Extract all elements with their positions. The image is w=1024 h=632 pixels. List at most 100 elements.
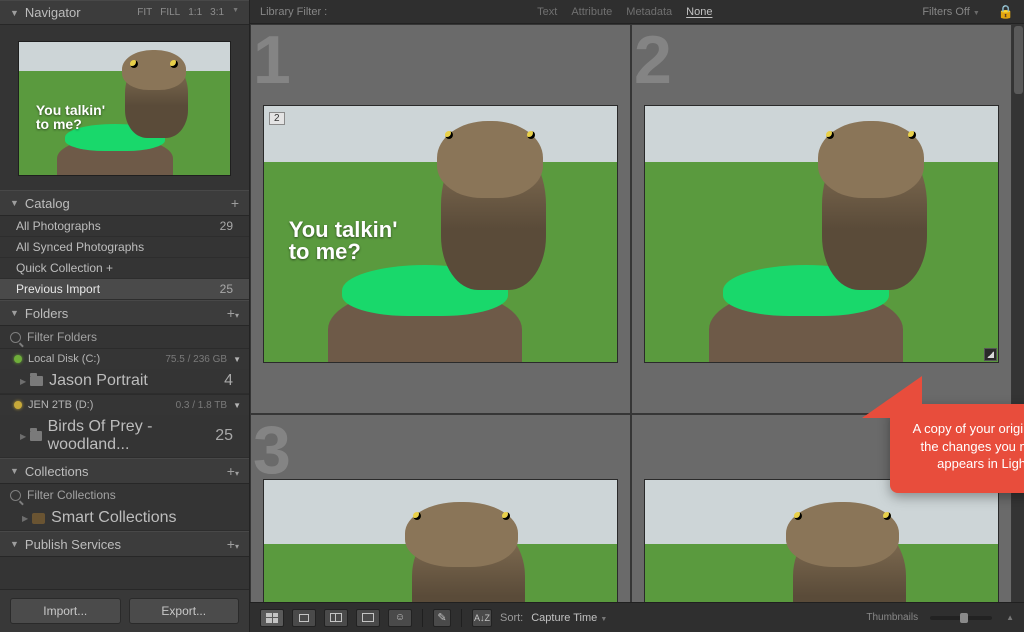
expand-triangle-icon[interactable]: ▶ <box>20 377 26 386</box>
collections-header[interactable]: ▼ Collections +▾ <box>0 458 249 484</box>
catalog-item-previous-import[interactable]: Previous Import 25 <box>0 279 249 300</box>
sort-label: Sort: <box>500 612 523 624</box>
filter-folders-row[interactable]: Filter Folders <box>0 326 249 348</box>
thumbnail-image <box>644 105 999 363</box>
drive-local-c[interactable]: Local Disk (C:) 75.5 / 236 GB ▼ <box>0 348 249 369</box>
folder-birds-of-prey[interactable]: ▶ Birds Of Prey - woodland... 25 <box>0 415 249 458</box>
smart-collections-row[interactable]: ▶ Smart Collections <box>0 506 249 531</box>
catalog-item-all-photos[interactable]: All Photographs 29 <box>0 216 249 237</box>
cell-index: 1 <box>253 24 287 99</box>
zoom-1-1[interactable]: 1:1 <box>188 7 202 18</box>
filter-tab-attribute[interactable]: Attribute <box>571 6 612 18</box>
catalog-item-synced[interactable]: All Synced Photographs <box>0 237 249 258</box>
export-button[interactable]: Export... <box>129 598 240 624</box>
zoom-dropdown-icon[interactable]: ▼ <box>232 7 239 18</box>
cell-index: 2 <box>634 24 668 99</box>
thumbnail-image: You talkin'to me? <box>263 105 618 363</box>
smart-collection-icon <box>32 513 45 524</box>
collections-title: Collections <box>25 464 89 479</box>
people-view-button[interactable]: ☺ <box>388 609 412 627</box>
catalog-item-quick-collection[interactable]: Quick Collection + <box>0 258 249 279</box>
folder-icon <box>30 431 41 441</box>
grid-cell-3[interactable]: 3 ⇄ <box>250 414 631 602</box>
navigator-thumbnail: You talkin'to me? <box>18 41 231 176</box>
library-filter-bar: Library Filter : Text Attribute Metadata… <box>250 0 1024 24</box>
filter-folders-placeholder: Filter Folders <box>27 330 97 344</box>
folders-title: Folders <box>25 306 68 321</box>
publish-services-header[interactable]: ▼ Publish Services +▾ <box>0 531 249 557</box>
disclosure-triangle-icon: ▼ <box>10 308 19 318</box>
drive-status-led-icon <box>14 401 22 409</box>
catalog-title: Catalog <box>25 196 70 211</box>
navigator-header[interactable]: ▼ Navigator FIT FILL 1:1 3:1 ▼ <box>0 0 249 25</box>
painter-tool-button[interactable]: ✎ <box>433 609 451 627</box>
search-icon <box>10 332 21 343</box>
folders-add-icon[interactable]: +▾ <box>227 305 239 321</box>
app-root: ▼ Navigator FIT FILL 1:1 3:1 ▼ You talki… <box>0 0 1024 632</box>
thumbnail-size-slider[interactable] <box>930 616 992 620</box>
stack-count-badge: 2 <box>269 112 285 125</box>
chevron-down-icon[interactable]: ▼ <box>233 401 241 410</box>
expand-triangle-icon[interactable]: ▶ <box>20 432 26 441</box>
lock-icon[interactable]: 🔒 <box>998 4 1014 20</box>
chevron-down-icon: ▼ <box>973 10 980 17</box>
annotation-callout: A copy of your original file with the ch… <box>890 404 1024 493</box>
navigator-title: Navigator <box>25 5 81 20</box>
grid-view: 1 2 You talkin'to me? 2 <box>250 24 1024 602</box>
disclosure-triangle-icon: ▼ <box>10 466 19 476</box>
bottom-toolbar: ☺ ✎ A↓Z Sort: Capture Time ▼ Thumbnails … <box>250 602 1024 632</box>
folder-jason-portrait[interactable]: ▶ Jason Portrait 4 <box>0 369 249 394</box>
filter-tab-text[interactable]: Text <box>537 6 557 18</box>
navigator-zoom-controls: FIT FILL 1:1 3:1 ▼ <box>137 7 239 18</box>
filter-collections-placeholder: Filter Collections <box>27 488 116 502</box>
thumb-overlay-text: You talkin'to me? <box>289 219 398 263</box>
drive-jen-2tb[interactable]: JEN 2TB (D:) 0.3 / 1.8 TB ▼ <box>0 394 249 415</box>
chevron-down-icon[interactable]: ▼ <box>233 355 241 364</box>
exposure-badge-icon <box>984 348 997 361</box>
cell-index: 3 <box>253 411 287 489</box>
grid-cell-2[interactable]: 2 <box>631 24 1012 414</box>
filter-tab-none[interactable]: None <box>686 6 712 18</box>
catalog-header[interactable]: ▼ Catalog + <box>0 190 249 216</box>
scrollbar-thumb[interactable] <box>1014 26 1023 94</box>
loupe-view-button[interactable] <box>292 609 316 627</box>
sidebar-bottom-buttons: Import... Export... <box>0 589 249 632</box>
publish-add-icon[interactable]: +▾ <box>227 536 239 552</box>
navigator-preview[interactable]: You talkin'to me? <box>0 25 249 190</box>
thumbnail-image <box>644 479 999 602</box>
slider-knob[interactable] <box>960 613 968 623</box>
catalog-add-icon[interactable]: + <box>231 195 239 211</box>
grid-cell-1[interactable]: 1 2 You talkin'to me? <box>250 24 631 414</box>
thumbnails-label: Thumbnails <box>866 612 918 623</box>
filters-off-dropdown[interactable]: Filters Off ▼ <box>922 6 979 18</box>
thumbnail-image <box>263 479 618 602</box>
folders-header[interactable]: ▼ Folders +▾ <box>0 300 249 326</box>
disclosure-triangle-icon: ▼ <box>10 198 19 208</box>
main-area: Library Filter : Text Attribute Metadata… <box>250 0 1024 632</box>
import-button[interactable]: Import... <box>10 598 121 624</box>
survey-view-button[interactable] <box>356 609 380 627</box>
compare-view-button[interactable] <box>324 609 348 627</box>
folder-icon <box>30 376 43 386</box>
sort-direction-button[interactable]: A↓Z <box>472 609 492 627</box>
filter-collections-row[interactable]: Filter Collections <box>0 484 249 506</box>
search-icon <box>10 490 21 501</box>
sort-value[interactable]: Capture Time ▼ <box>531 612 607 624</box>
grid-view-button[interactable] <box>260 609 284 627</box>
toolbar-expand-icon[interactable]: ▲ <box>1006 613 1014 622</box>
zoom-fill[interactable]: FILL <box>160 7 180 18</box>
expand-triangle-icon[interactable]: ▶ <box>22 514 28 523</box>
zoom-3-1[interactable]: 3:1 <box>210 7 224 18</box>
disclosure-triangle-icon: ▼ <box>10 8 19 18</box>
catalog-list: All Photographs 29 All Synced Photograph… <box>0 216 249 300</box>
library-filter-label: Library Filter : <box>260 6 327 18</box>
navigator-thumb-caption: You talkin'to me? <box>36 103 105 131</box>
left-sidebar: ▼ Navigator FIT FILL 1:1 3:1 ▼ You talki… <box>0 0 250 632</box>
drive-status-led-icon <box>14 355 22 363</box>
grid-scrollbar[interactable] <box>1012 24 1024 602</box>
filter-tab-metadata[interactable]: Metadata <box>626 6 672 18</box>
collections-add-icon[interactable]: +▾ <box>227 463 239 479</box>
disclosure-triangle-icon: ▼ <box>10 539 19 549</box>
zoom-fit[interactable]: FIT <box>137 7 152 18</box>
chevron-down-icon: ▼ <box>600 616 607 623</box>
